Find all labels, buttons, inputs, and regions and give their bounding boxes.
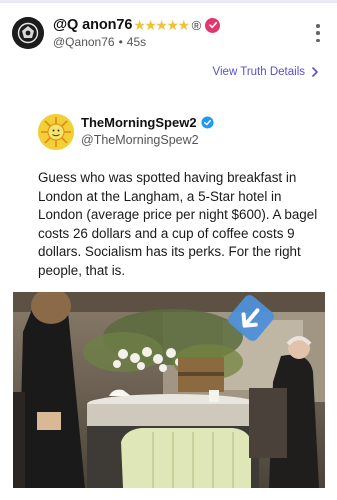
quoted-post-card[interactable]: TheMorningSpew2 @TheMorningSpew2 Guess w… — [0, 92, 337, 500]
author-avatar[interactable] — [12, 17, 44, 49]
post-timestamp[interactable]: 45s — [127, 35, 146, 49]
post-header: @Q anon76 ★★★★★ ® @Qanon76 • 45s — [0, 8, 337, 60]
author-name-row: @Q anon76 ★★★★★ ® — [53, 16, 221, 34]
registered-mark: ® — [191, 17, 202, 33]
more-options-icon[interactable] — [313, 24, 323, 42]
author-display-name[interactable]: @Q anon76 — [53, 17, 132, 33]
author-meta: @Qanon76 • 45s — [53, 35, 146, 49]
quoted-post-text: Guess who was spotted having breakfast i… — [38, 170, 318, 278]
quoted-author-avatar[interactable] — [38, 114, 74, 150]
view-truth-details-label: View Truth Details — [212, 66, 305, 78]
stars-badge: ★★★★★ — [133, 16, 190, 33]
chevron-right-icon — [312, 67, 318, 77]
quoted-name-row: TheMorningSpew2 — [81, 115, 214, 130]
post-photo[interactable] — [13, 292, 325, 488]
quoted-handle[interactable]: @TheMorningSpew2 — [81, 133, 199, 147]
restaurant-photo-image — [13, 292, 325, 488]
meta-separator: • — [118, 35, 123, 49]
view-truth-details-link[interactable]: View Truth Details — [213, 66, 319, 78]
top-accent-bar — [0, 0, 337, 3]
author-handle[interactable]: @Qanon76 — [53, 35, 115, 49]
verified-badge-icon — [205, 17, 221, 33]
quoted-display-name[interactable]: TheMorningSpew2 — [81, 115, 197, 130]
quoted-verified-icon — [201, 116, 214, 129]
